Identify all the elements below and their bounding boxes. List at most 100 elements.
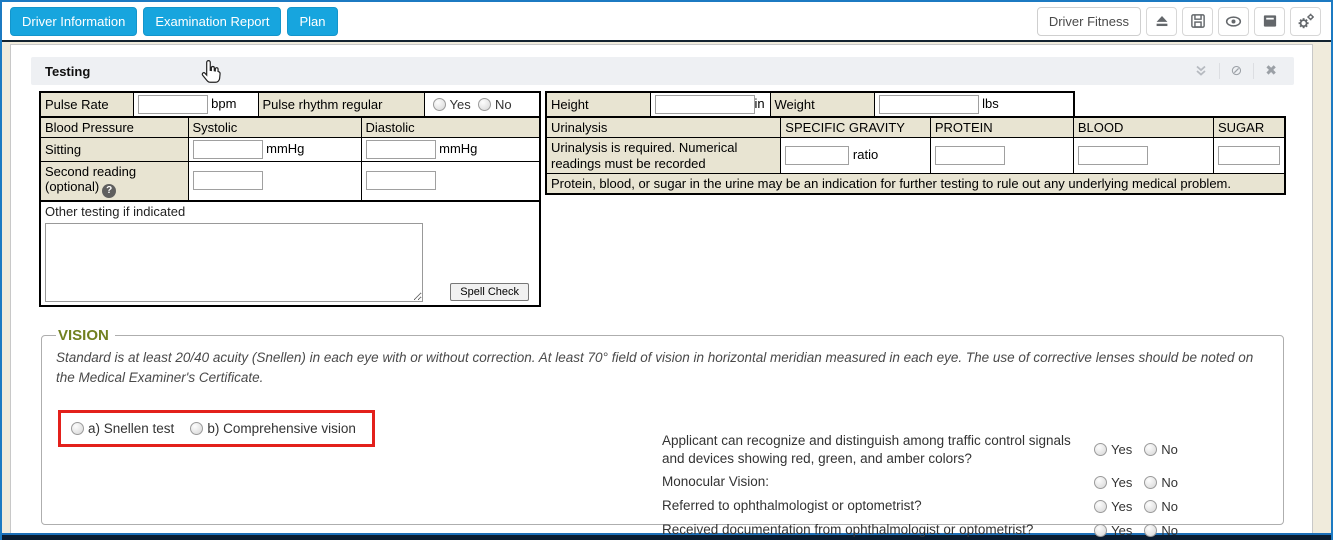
ratio-unit: ratio (853, 147, 878, 162)
height-input[interactable] (655, 95, 755, 114)
save-button[interactable] (1182, 7, 1213, 36)
pulse-rate-input[interactable] (138, 95, 208, 114)
no-label: No (495, 97, 512, 112)
eject-icon (1153, 12, 1171, 30)
left-column: Pulse Rate bpm Pulse rhythm regular Yes … (39, 91, 541, 307)
pulse-rate-label: Pulse Rate (40, 92, 133, 117)
q3-no-radio[interactable] (1144, 500, 1157, 513)
q1-yes-radio[interactable] (1094, 443, 1107, 456)
question-row: Applicant can recognize and distinguish … (662, 432, 1178, 468)
q3-yes-radio[interactable] (1094, 500, 1107, 513)
no-label: No (1161, 523, 1178, 538)
sitting-label: Sitting (40, 138, 188, 162)
preview-button[interactable] (1218, 7, 1249, 36)
other-testing-label: Other testing if indicated (45, 204, 185, 219)
other-testing-textarea[interactable] (45, 223, 423, 302)
second-diastolic-input[interactable] (366, 171, 436, 190)
toolbar-right-group: Driver Fitness (1037, 7, 1321, 36)
q1-no-radio[interactable] (1144, 443, 1157, 456)
question-label: Monocular Vision: (662, 473, 1094, 491)
top-toolbar: Driver Information Examination Report Pl… (2, 2, 1331, 40)
nav-driver-information-button[interactable]: Driver Information (10, 7, 137, 36)
blood-pressure-table: Blood Pressure Systolic Diastolic Sittin… (39, 116, 541, 202)
pulse-rhythm-yes-radio[interactable] (433, 98, 446, 111)
examination-panel: Testing ⊘ ✖ (10, 44, 1313, 533)
vision-standard-text: Standard is at least 20/40 acuity (Snell… (56, 348, 1269, 390)
save-icon (1189, 12, 1207, 30)
comprehensive-vision-radio[interactable] (190, 422, 203, 435)
circle-slash-icon[interactable]: ⊘ (1219, 63, 1254, 80)
table-row: Urinalysis is required. Numerical readin… (546, 138, 1285, 174)
table-row: Urinalysis SPECIFIC GRAVITY PROTEIN BLOO… (546, 117, 1285, 138)
page-background: Testing ⊘ ✖ (2, 42, 1331, 533)
yes-label: Yes (450, 97, 471, 112)
height-unit: in (755, 96, 765, 111)
specific-gravity-input[interactable] (785, 146, 849, 165)
nav-plan-button[interactable]: Plan (287, 7, 337, 36)
sitting-systolic-input[interactable] (193, 140, 263, 159)
question-row: Referred to ophthalmologist or optometri… (662, 497, 1178, 515)
table-row: Blood Pressure Systolic Diastolic (40, 117, 540, 138)
collapse-chevrons-icon[interactable] (1183, 63, 1219, 80)
eject-button[interactable] (1146, 7, 1177, 36)
comprehensive-vision-label: b) Comprehensive vision (207, 421, 356, 436)
yes-label: Yes (1111, 475, 1132, 490)
table-row: Protein, blood, or sugar in the urine ma… (546, 174, 1285, 195)
blood-header: BLOOD (1073, 117, 1213, 138)
weight-unit: lbs (982, 96, 999, 111)
archive-button[interactable] (1254, 7, 1285, 36)
right-column: Height in Weight lbs Urinalysis SPECIFIC… (545, 91, 1286, 307)
blood-input[interactable] (1078, 146, 1148, 165)
settings-button[interactable] (1290, 7, 1321, 36)
urinalysis-requirement: Urinalysis is required. Numerical readin… (546, 138, 781, 174)
spell-check-button[interactable]: Spell Check (450, 283, 529, 301)
weight-label: Weight (770, 92, 874, 117)
sitting-diastolic-input[interactable] (366, 140, 436, 159)
weight-input[interactable] (879, 95, 979, 114)
other-testing-box: Other testing if indicated Spell Check (39, 200, 541, 307)
no-label: No (1161, 442, 1178, 457)
second-systolic-input[interactable] (193, 171, 263, 190)
pulse-rhythm-no-radio[interactable] (478, 98, 491, 111)
question-row: Monocular Vision: Yes No (662, 473, 1178, 491)
close-icon[interactable]: ✖ (1253, 63, 1288, 80)
question-label: Applicant can recognize and distinguish … (662, 432, 1094, 468)
question-row: Received documentation from ophthalmolog… (662, 521, 1178, 539)
no-label: No (1161, 499, 1178, 514)
vision-legend: VISION (56, 327, 115, 344)
second-reading-label: Second reading (optional) (45, 164, 136, 194)
height-weight-table: Height in Weight lbs (545, 91, 1075, 118)
yes-label: Yes (1111, 499, 1132, 514)
specific-gravity-header: SPECIFIC GRAVITY (781, 117, 931, 138)
table-row: Pulse Rate bpm Pulse rhythm regular Yes … (40, 92, 540, 117)
driver-fitness-button[interactable]: Driver Fitness (1037, 7, 1141, 36)
urinalysis-table: Urinalysis SPECIFIC GRAVITY PROTEIN BLOO… (545, 116, 1286, 195)
protein-input[interactable] (935, 146, 1005, 165)
urinalysis-title: Urinalysis (546, 117, 781, 138)
eye-icon (1224, 12, 1243, 31)
question-label: Received documentation from ophthalmolog… (662, 521, 1094, 539)
testing-form: Pulse Rate bpm Pulse rhythm regular Yes … (31, 85, 1294, 525)
q4-yes-radio[interactable] (1094, 524, 1107, 537)
pulse-rhythm-label: Pulse rhythm regular (258, 92, 424, 117)
no-label: No (1161, 475, 1178, 490)
sugar-header: SUGAR (1214, 117, 1286, 138)
nav-examination-report-button[interactable]: Examination Report (143, 7, 281, 36)
mmhg-unit: mmHg (439, 141, 477, 156)
section-title: Testing (45, 64, 90, 79)
diastolic-header: Diastolic (361, 117, 540, 138)
systolic-header: Systolic (188, 117, 361, 138)
urinalysis-note: Protein, blood, or sugar in the urine ma… (546, 174, 1285, 195)
vision-questions: Applicant can recognize and distinguish … (662, 432, 1178, 540)
snellen-test-label: a) Snellen test (88, 421, 174, 436)
table-row: Height in Weight lbs (546, 92, 1074, 117)
help-icon[interactable]: ? (102, 184, 116, 198)
q2-yes-radio[interactable] (1094, 476, 1107, 489)
pulse-rate-unit: bpm (211, 96, 236, 111)
table-row: Second reading (optional)? (40, 162, 540, 201)
snellen-test-radio[interactable] (71, 422, 84, 435)
sugar-input[interactable] (1218, 146, 1280, 165)
vitals-table: Pulse Rate bpm Pulse rhythm regular Yes … (39, 91, 541, 118)
q2-no-radio[interactable] (1144, 476, 1157, 489)
q4-no-radio[interactable] (1144, 524, 1157, 537)
